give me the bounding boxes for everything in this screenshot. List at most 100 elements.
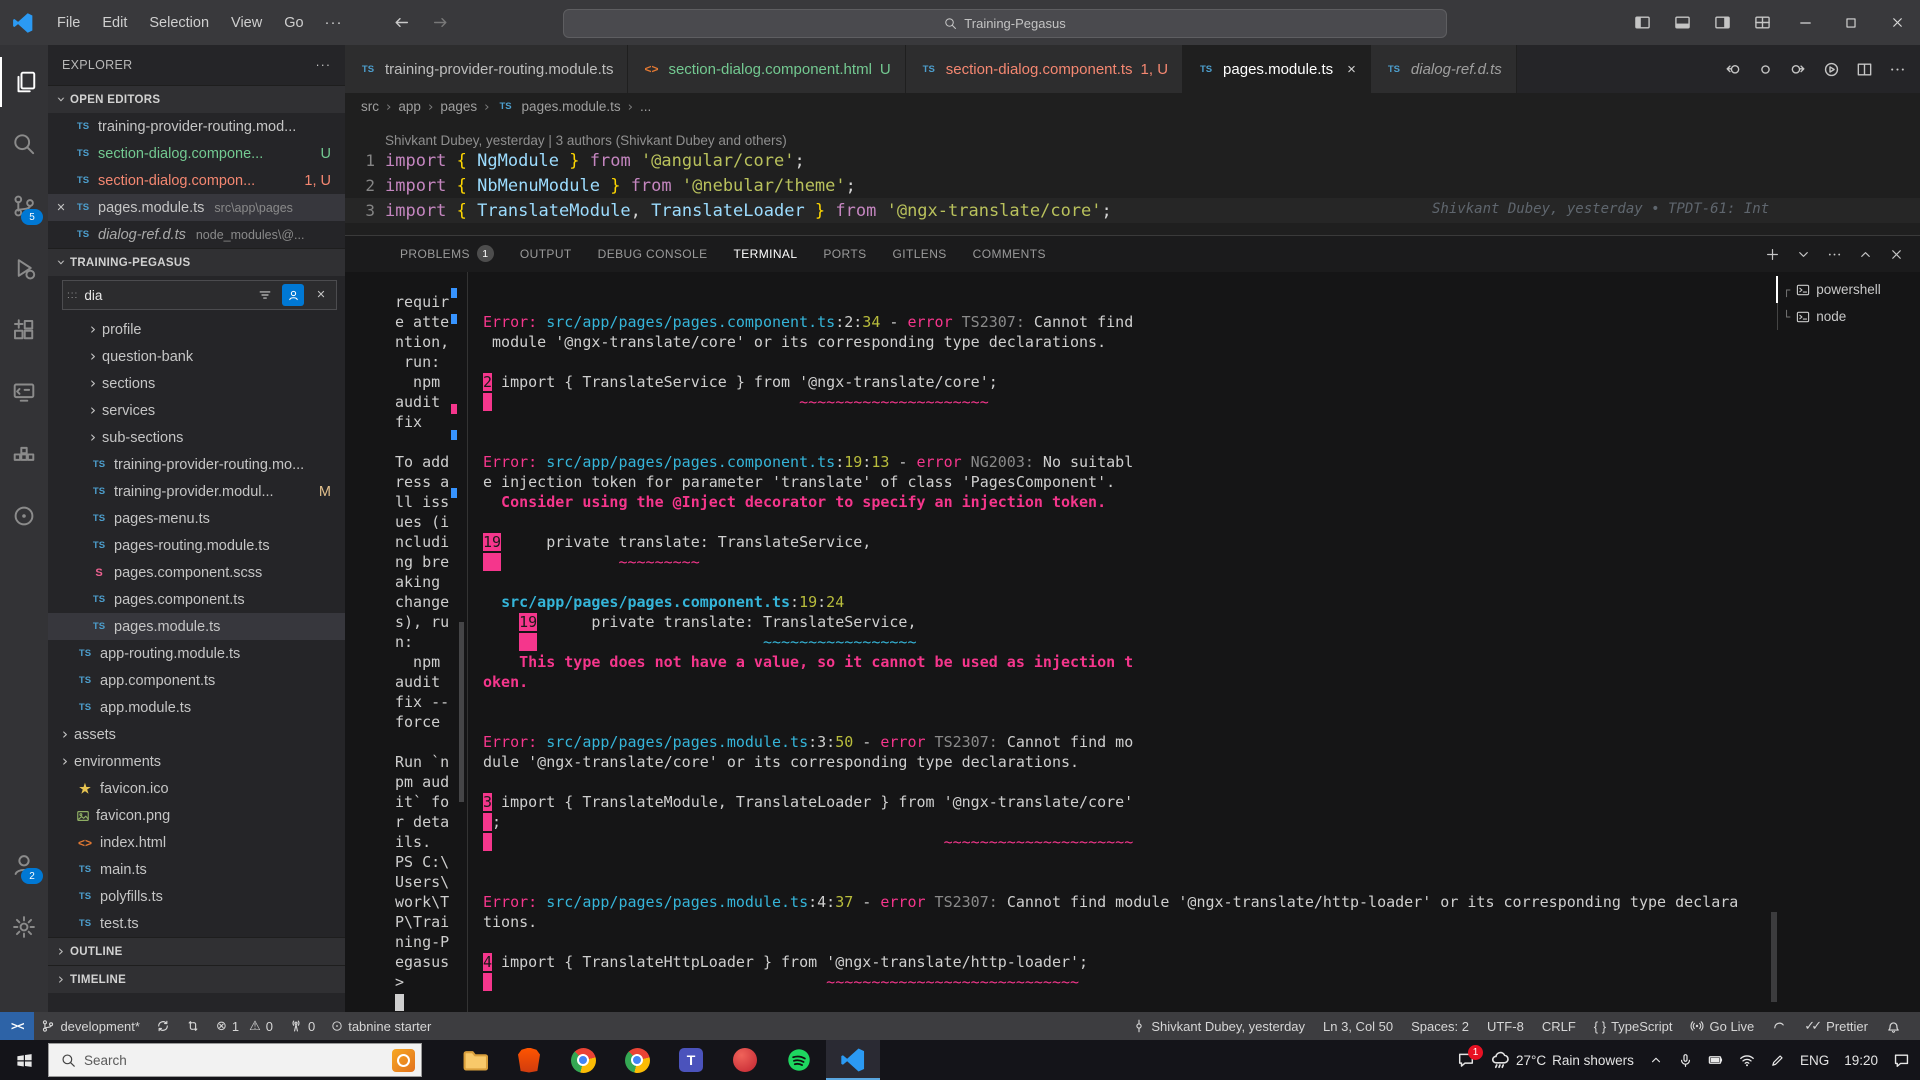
problems-status[interactable]: ⊗ 1 ⚠ 0 (209, 1019, 280, 1034)
history-back-icon[interactable] (393, 14, 410, 31)
encoding-status[interactable]: UTF-8 (1480, 1019, 1531, 1034)
terminal-scrollbar[interactable] (1771, 912, 1777, 1002)
start-button[interactable] (0, 1040, 48, 1080)
activitybar-item-run-and-debug[interactable] (0, 243, 48, 293)
terminal-pane-main[interactable]: Error: src/app/pages/pages.component.ts:… (483, 292, 1770, 1012)
teams-chat-tray-icon[interactable]: 1 (1457, 1045, 1483, 1069)
outline-section-header[interactable]: › OUTLINE (48, 937, 345, 965)
window-minimize-button[interactable] (1782, 0, 1828, 45)
indentation-status[interactable]: Spaces: 2 (1404, 1019, 1476, 1034)
terminal-instance-powershell[interactable]: ┌ powershell (1776, 276, 1920, 303)
timeline-section-header[interactable]: › TIMELINE (48, 965, 345, 993)
nav-back-icon[interactable] (1724, 61, 1741, 78)
codelens[interactable]: Shivkant Dubey, yesterday | 3 authors (S… (345, 120, 1920, 148)
breadcrumb-item[interactable]: pages (440, 99, 477, 114)
network-tray-icon[interactable] (1739, 1052, 1755, 1068)
activitybar-item-tabnine[interactable] (0, 491, 48, 541)
tree-find-widget[interactable]: ::: dia × (62, 280, 337, 310)
remote-indicator[interactable]: >< (0, 1012, 35, 1040)
nav-circle-icon[interactable] (1757, 61, 1774, 78)
terminal-split-sash[interactable] (467, 272, 468, 1012)
gitlens-blame-status[interactable]: Shivkant Dubey, yesterday (1125, 1019, 1312, 1034)
taskbar-app-chrome[interactable] (556, 1040, 610, 1080)
tree-file-pages-menu.ts[interactable]: TS pages-menu.ts (48, 505, 345, 532)
tab-dialog-ref.d.ts[interactable]: TS dialog-ref.d.ts (1370, 45, 1517, 93)
open-editor-item[interactable]: TS section-dialog.compone... U (48, 140, 345, 167)
taskbar-app-brave[interactable] (502, 1040, 556, 1080)
taskbar-app-teams[interactable]: T (664, 1040, 718, 1080)
tabnine-status[interactable]: tabnine starter (324, 1019, 438, 1034)
open-editor-item[interactable]: TS dialog-ref.d.ts node_modules\@... (48, 221, 345, 248)
tree-file-index.html[interactable]: <> index.html (48, 829, 345, 856)
activitybar-item-source-control[interactable]: 5 (0, 181, 48, 231)
tree-folder-environments[interactable]: › environments (48, 748, 345, 775)
open-editor-item[interactable]: TS section-dialog.compon... 1, U (48, 167, 345, 194)
more-actions-icon[interactable] (1889, 61, 1906, 78)
toggle-sidebar-icon[interactable] (1622, 0, 1662, 45)
taskbar-search[interactable]: Search (48, 1043, 422, 1077)
close-editor-icon[interactable]: × (54, 200, 68, 216)
tab-training-provider-routing.module.ts[interactable]: TS training-provider-routing.module.ts (345, 45, 629, 93)
panel-tab-output[interactable]: OUTPUT (520, 236, 572, 273)
run-file-icon[interactable] (1823, 61, 1840, 78)
go-live-status[interactable]: Go Live (1683, 1019, 1761, 1034)
tree-file-training-provider-routing.mo...[interactable]: TS training-provider-routing.mo... (48, 451, 345, 478)
split-editor-icon[interactable] (1856, 61, 1873, 78)
activitybar-item-settings[interactable] (0, 902, 48, 952)
filter-icon[interactable] (254, 284, 276, 306)
tree-file-app.module.ts[interactable]: TS app.module.ts (48, 694, 345, 721)
clock[interactable]: 19:20 (1844, 1053, 1878, 1068)
activitybar-item-explorer[interactable] (0, 57, 50, 107)
history-forward-icon[interactable] (432, 14, 449, 31)
explorer-more-actions-icon[interactable]: ··· (316, 58, 332, 72)
open-editors-header[interactable]: › OPEN EDITORS (48, 85, 345, 113)
open-editor-item[interactable]: TS training-provider-routing.mod... (48, 113, 345, 140)
activitybar-item-accounts[interactable]: 2 (0, 840, 48, 890)
eol-status[interactable]: CRLF (1535, 1019, 1583, 1034)
tree-file-polyfills.ts[interactable]: TS polyfills.ts (48, 883, 345, 910)
window-maximize-button[interactable] (1828, 0, 1874, 45)
menu-view[interactable]: View (220, 15, 273, 31)
tree-folder-sections[interactable]: › sections (48, 370, 345, 397)
taskbar-app-vscode[interactable] (826, 1040, 880, 1080)
language-status[interactable]: { } TypeScript (1587, 1019, 1680, 1034)
tree-folder-sub-sections[interactable]: › sub-sections (48, 424, 345, 451)
code-line[interactable]: 2 import { NbMenuModule } from '@nebular/… (345, 173, 1920, 198)
tree-file-test.ts[interactable]: TS test.ts (48, 910, 345, 937)
battery-tray-icon[interactable] (1708, 1052, 1724, 1068)
taskbar-app-app-red[interactable] (718, 1040, 772, 1080)
code-line[interactable]: 1 import { NgModule } from '@angular/core… (345, 148, 1920, 173)
code-editor[interactable]: Shivkant Dubey, yesterday | 3 authors (S… (345, 120, 1920, 235)
menu-file[interactable]: File (46, 15, 91, 31)
breadcrumb-item[interactable]: pages.module.ts (522, 99, 621, 114)
tree-folder-question-bank[interactable]: › question-bank (48, 343, 345, 370)
panel-tab-debug-console[interactable]: DEBUG CONSOLE (598, 236, 708, 273)
close-panel-icon[interactable] (1889, 247, 1904, 262)
terminal[interactable]: requir e atte ntion, run: npm audit fix To ad… (345, 272, 1920, 1012)
breadcrumb-item[interactable]: app (398, 99, 421, 114)
activitybar-item-containers[interactable] (0, 429, 48, 479)
tab-section-dialog.component.html[interactable]: <> section-dialog.component.html U (628, 45, 906, 93)
menu-go[interactable]: Go (273, 15, 314, 31)
tree-file-pages.module.ts[interactable]: TS pages.module.ts (48, 613, 345, 640)
tree-file-pages.component.scss[interactable]: Spages.component.scss (48, 559, 345, 586)
menu-selection[interactable]: Selection (138, 15, 220, 31)
terminal-left-scrollbar[interactable] (459, 622, 464, 802)
tab-pages.module.ts[interactable]: TS pages.module.ts × (1183, 45, 1371, 93)
close-tab-icon[interactable]: × (1347, 61, 1356, 78)
tree-file-main.ts[interactable]: TS main.ts (48, 856, 345, 883)
taskbar-app-chrome-2[interactable] (610, 1040, 664, 1080)
taskbar-app-file-explorer[interactable] (448, 1040, 502, 1080)
prettier-status[interactable]: ✓✓ Prettier (1797, 1019, 1875, 1034)
panel-tab-terminal[interactable]: TERMINAL (733, 236, 798, 273)
activitybar-item-search[interactable] (0, 119, 48, 169)
input-language[interactable]: ENG (1800, 1053, 1829, 1068)
command-center-search[interactable]: Training-Pegasus (563, 9, 1447, 38)
microphone-tray-icon[interactable] (1678, 1053, 1693, 1068)
panel-tab-comments[interactable]: COMMENTS (973, 236, 1046, 273)
code-line[interactable]: 3 import { TranslateModule, TranslateLoad… (345, 198, 1920, 223)
tab-section-dialog.component.ts[interactable]: TS section-dialog.component.ts 1, U (905, 45, 1184, 93)
feedback-status[interactable]: 0 (282, 1019, 322, 1034)
tree-file-favicon.ico[interactable]: ★ favicon.ico (48, 775, 345, 802)
maximize-panel-icon[interactable] (1858, 247, 1873, 262)
